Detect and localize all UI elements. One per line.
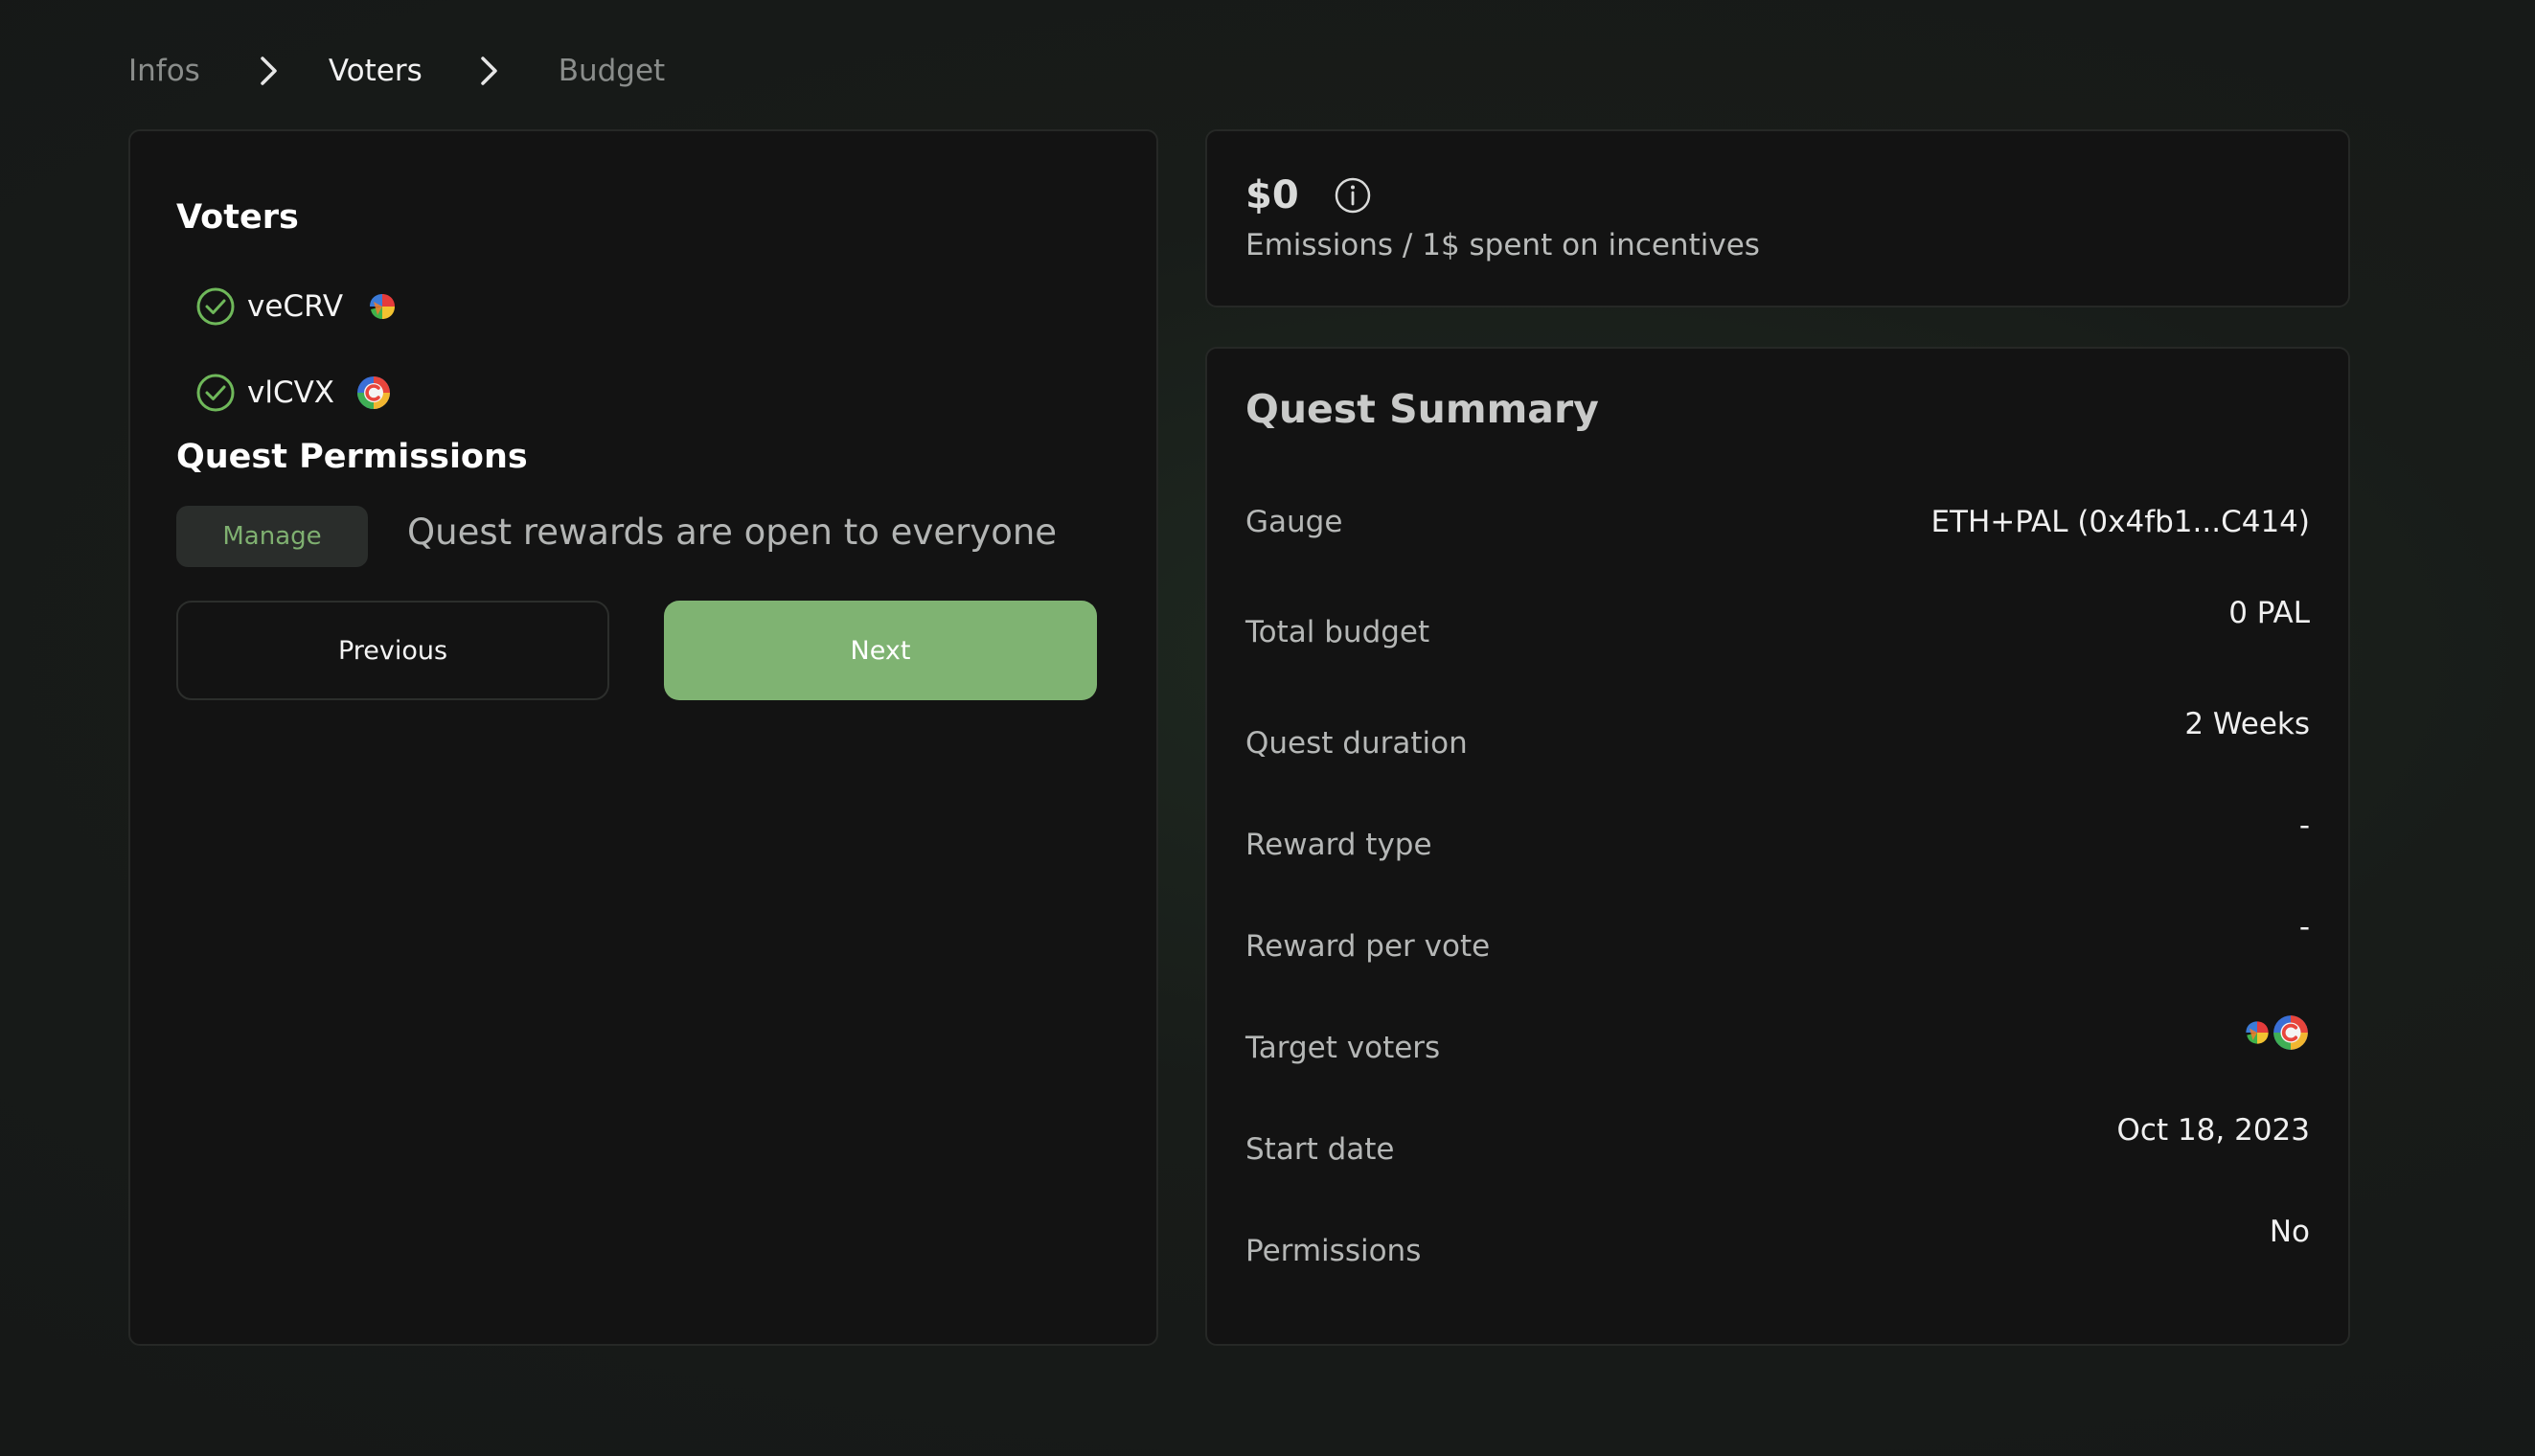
breadcrumb-step-infos[interactable]: Infos (128, 54, 200, 88)
vecrv-token-icon (370, 294, 396, 319)
summary-label-total-budget: Total budget (1245, 615, 1430, 649)
previous-button[interactable]: Previous (176, 601, 609, 700)
quest-summary-card: Quest Summary Gauge ETH+PAL (0x4fb1...C4… (1205, 347, 2350, 1346)
summary-value-quest-duration: 2 Weeks (2184, 707, 2310, 741)
voter-option-vlcvx[interactable]: vlCVX (195, 369, 392, 417)
vlcvx-token-icon (2273, 1015, 2308, 1050)
summary-value-gauge: ETH+PAL (0x4fb1...C414) (1930, 505, 2310, 539)
vecrv-token-icon (2246, 1021, 2269, 1044)
summary-value-permissions: No (2269, 1215, 2310, 1249)
summary-label-target-voters: Target voters (1245, 1031, 1441, 1065)
permissions-description: Quest rewards are open to everyone (407, 512, 1058, 553)
summary-label-gauge: Gauge (1245, 505, 1343, 539)
summary-label-reward-per-vote: Reward per vote (1245, 929, 1491, 964)
emissions-card: $0 Emissions / 1$ spent on incentives (1205, 129, 2350, 307)
emissions-value: $0 (1245, 173, 1299, 217)
summary-value-target-voters (2241, 1013, 2310, 1052)
permissions-section-title: Quest Permissions (176, 438, 528, 476)
emissions-value-row: $0 (1245, 173, 1372, 217)
breadcrumb-step-budget[interactable]: Budget (559, 54, 666, 88)
check-circle-icon (196, 374, 235, 412)
chevron-right-icon (239, 54, 300, 88)
check-circle-icon (196, 287, 235, 326)
info-icon[interactable] (1334, 176, 1372, 215)
summary-label-quest-duration: Quest duration (1245, 726, 1468, 761)
voter-option-vecrv[interactable]: veCRV (195, 283, 400, 330)
voter-label: veCRV (247, 289, 344, 324)
summary-label-reward-type: Reward type (1245, 828, 1432, 862)
summary-value-total-budget: 0 PAL (2228, 596, 2310, 630)
breadcrumb-step-voters[interactable]: Voters (329, 54, 422, 88)
summary-label-start-date: Start date (1245, 1132, 1395, 1167)
summary-value-start-date: Oct 18, 2023 (2116, 1113, 2311, 1148)
quest-summary-title: Quest Summary (1245, 386, 1599, 432)
voters-form-card: Voters veCRV vlCVX Quest Permissions Man… (128, 129, 1158, 1346)
manage-permissions-button[interactable]: Manage (176, 506, 368, 567)
summary-value-reward-type: - (2298, 808, 2310, 843)
summary-label-permissions: Permissions (1245, 1234, 1422, 1268)
breadcrumb: Infos Voters Budget (128, 48, 665, 94)
voters-section-title: Voters (176, 198, 299, 237)
next-button[interactable]: Next (664, 601, 1097, 700)
summary-value-reward-per-vote: - (2298, 910, 2310, 944)
chevron-right-icon (459, 54, 520, 88)
voter-label: vlCVX (247, 375, 335, 410)
emissions-caption: Emissions / 1$ spent on incentives (1245, 228, 1760, 262)
vlcvx-token-icon (357, 376, 391, 409)
